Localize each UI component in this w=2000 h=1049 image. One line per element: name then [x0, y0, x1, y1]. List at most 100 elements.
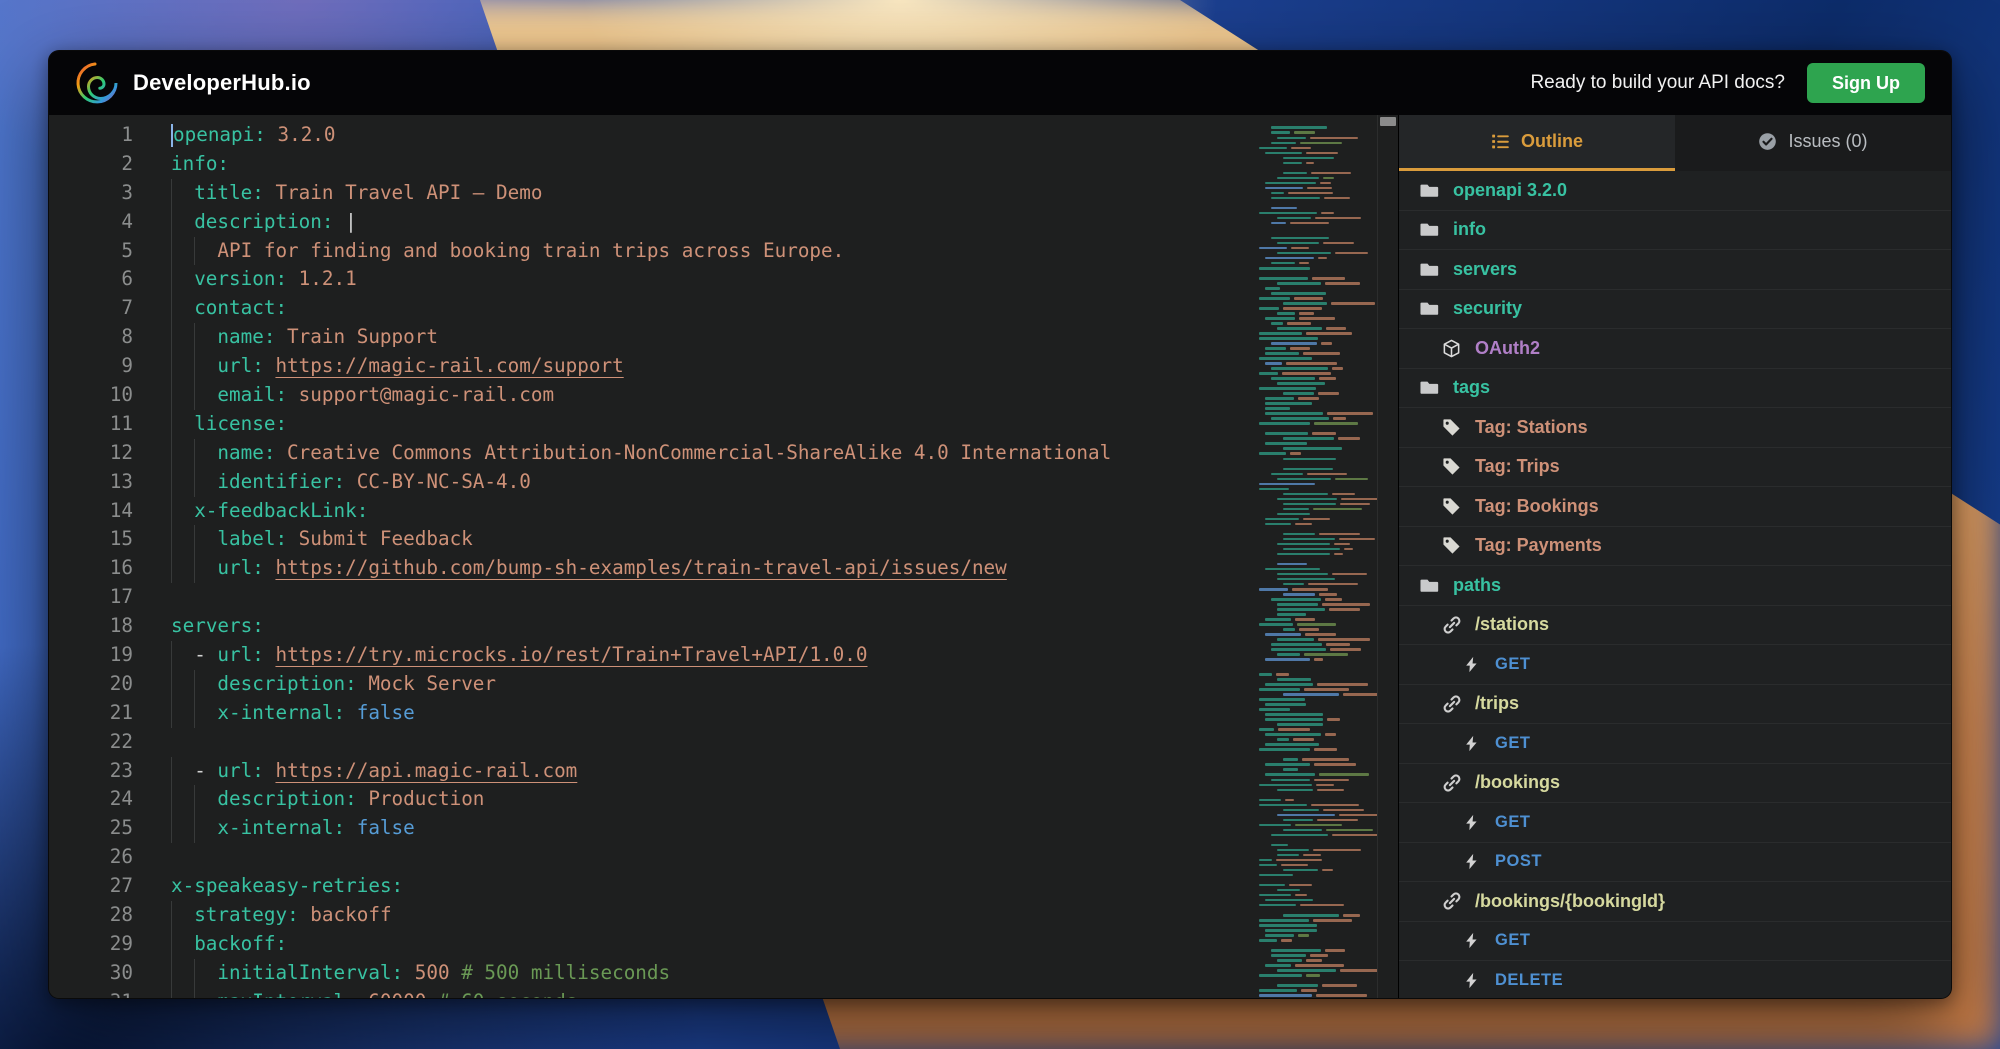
line-number: 9	[49, 352, 133, 381]
outline-item-tag-payments[interactable]: Tag: Payments	[1399, 527, 1951, 567]
code-line[interactable]: 10email: support@magic-rail.com	[49, 381, 1398, 410]
code-link[interactable]: https://try.microcks.io/rest/Train+Trave…	[275, 643, 867, 666]
editor-scrollbar[interactable]	[1377, 115, 1398, 999]
outline-item-label: /stations	[1475, 614, 1549, 635]
code-line[interactable]: 7contact:	[49, 294, 1398, 323]
outline-item-get[interactable]: GET	[1399, 645, 1951, 685]
code-line[interactable]: 28strategy: backoff	[49, 901, 1398, 930]
editor-minimap[interactable]	[1249, 115, 1377, 999]
code-line[interactable]: 4description: |	[49, 208, 1398, 237]
indent-guide	[171, 814, 194, 843]
code-line[interactable]: 21x-internal: false	[49, 699, 1398, 728]
code-line[interactable]: 1openapi: 3.2.0	[49, 121, 1398, 150]
code-line[interactable]: 15label: Submit Feedback	[49, 525, 1398, 554]
outline-item-stations[interactable]: /stations	[1399, 606, 1951, 646]
cube-icon	[1441, 338, 1462, 359]
code-line[interactable]: 30initialInterval: 500 # 500 millisecond…	[49, 959, 1398, 988]
outline-item-oauth2[interactable]: OAuth2	[1399, 329, 1951, 369]
folder-icon	[1419, 575, 1440, 596]
brand-logo-icon	[75, 61, 119, 105]
line-number: 29	[49, 930, 133, 959]
indent-guide	[171, 785, 194, 814]
outline-item-bookings[interactable]: /bookings	[1399, 764, 1951, 804]
scrollbar-thumb[interactable]	[1380, 117, 1396, 126]
code-line[interactable]: 17	[49, 583, 1398, 612]
code-link[interactable]: https://github.com/bump-sh-examples/trai…	[275, 556, 1006, 579]
indent-guide	[171, 208, 194, 237]
code-line[interactable]: 16url: https://github.com/bump-sh-exampl…	[49, 554, 1398, 583]
code-line[interactable]: 6version: 1.2.1	[49, 265, 1398, 294]
outline-item-servers[interactable]: servers	[1399, 250, 1951, 290]
outline-item-get[interactable]: GET	[1399, 922, 1951, 962]
code-link[interactable]: https://magic-rail.com/support	[275, 354, 623, 377]
outline-item-bookings-bookingid[interactable]: /bookings/{bookingId}	[1399, 882, 1951, 922]
indent-guide	[171, 381, 194, 410]
outline-item-post[interactable]: POST	[1399, 843, 1951, 883]
outline-item-tag-stations[interactable]: Tag: Stations	[1399, 408, 1951, 448]
outline-item-label: GET	[1495, 813, 1530, 832]
outline-item-get[interactable]: GET	[1399, 724, 1951, 764]
indent-guide	[171, 179, 194, 208]
tab-issues[interactable]: Issues (0)	[1675, 115, 1951, 171]
sidebar-tabs: Outline Issues (0)	[1399, 115, 1951, 171]
code-line[interactable]: 18servers:	[49, 612, 1398, 641]
code-line[interactable]: 26	[49, 843, 1398, 872]
code-editor[interactable]: 1openapi: 3.2.02info:3title: Train Trave…	[49, 115, 1398, 999]
outline-item-paths[interactable]: paths	[1399, 566, 1951, 606]
code-line[interactable]: 8name: Train Support	[49, 323, 1398, 352]
code-line[interactable]: 19- url: https://try.microcks.io/rest/Tr…	[49, 641, 1398, 670]
indent-guide	[194, 670, 217, 699]
bolt-icon	[1461, 930, 1482, 951]
line-number: 12	[49, 439, 133, 468]
code-line[interactable]: 24description: Production	[49, 785, 1398, 814]
outline-item-label: GET	[1495, 734, 1530, 753]
brand: DeveloperHub.io	[75, 61, 311, 105]
line-number: 23	[49, 757, 133, 786]
code-line[interactable]: 11license:	[49, 410, 1398, 439]
outline-item-label: tags	[1453, 377, 1490, 398]
outline-item-delete[interactable]: DELETE	[1399, 961, 1951, 999]
code-line[interactable]: 5API for finding and booking train trips…	[49, 237, 1398, 266]
indent-guide	[194, 323, 217, 352]
outline-item-security[interactable]: security	[1399, 290, 1951, 330]
code-line[interactable]: 12name: Creative Commons Attribution-Non…	[49, 439, 1398, 468]
code-line[interactable]: 3title: Train Travel API – Demo	[49, 179, 1398, 208]
outline-item-openapi-3-2-0[interactable]: openapi 3.2.0	[1399, 171, 1951, 211]
link-icon	[1441, 772, 1462, 793]
indent-guide	[194, 785, 217, 814]
outline-item-info[interactable]: info	[1399, 211, 1951, 251]
outline-item-label: Tag: Payments	[1475, 535, 1602, 556]
code-line[interactable]: 2info:	[49, 150, 1398, 179]
line-number: 27	[49, 872, 133, 901]
code-line[interactable]: 9url: https://magic-rail.com/support	[49, 352, 1398, 381]
line-number: 11	[49, 410, 133, 439]
code-line[interactable]: 27x-speakeasy-retries:	[49, 872, 1398, 901]
indent-guide	[194, 988, 217, 999]
outline-item-get[interactable]: GET	[1399, 803, 1951, 843]
tag-icon	[1441, 535, 1462, 556]
code-line[interactable]: 23- url: https://api.magic-rail.com	[49, 757, 1398, 786]
code-line[interactable]: 25x-internal: false	[49, 814, 1398, 843]
code-link[interactable]: https://api.magic-rail.com	[275, 759, 577, 782]
tab-outline[interactable]: Outline	[1399, 115, 1675, 171]
indent-guide	[171, 497, 194, 526]
outline-item-tags[interactable]: tags	[1399, 369, 1951, 409]
signup-button[interactable]: Sign Up	[1807, 63, 1925, 103]
outline-sidebar: Outline Issues (0) openapi 3.2.0infoserv…	[1398, 115, 1951, 999]
code-line[interactable]: 13identifier: CC-BY-NC-SA-4.0	[49, 468, 1398, 497]
tag-icon	[1441, 417, 1462, 438]
outline-item-tag-bookings[interactable]: Tag: Bookings	[1399, 487, 1951, 527]
line-number: 14	[49, 497, 133, 526]
outline-item-trips[interactable]: /trips	[1399, 685, 1951, 725]
outline-item-tag-trips[interactable]: Tag: Trips	[1399, 448, 1951, 488]
code-line[interactable]: 31maxInterval: 60000 # 60 seconds	[49, 988, 1398, 999]
indent-guide	[194, 439, 217, 468]
code-line[interactable]: 22	[49, 728, 1398, 757]
code-line[interactable]: 20description: Mock Server	[49, 670, 1398, 699]
outline-item-label: GET	[1495, 655, 1530, 674]
code-line[interactable]: 14x-feedbackLink:	[49, 497, 1398, 526]
outline-tree: openapi 3.2.0infoserverssecurityOAuth2 ta…	[1399, 171, 1951, 999]
bolt-icon	[1461, 654, 1482, 675]
code-line[interactable]: 29backoff:	[49, 930, 1398, 959]
indent-guide	[171, 901, 194, 930]
